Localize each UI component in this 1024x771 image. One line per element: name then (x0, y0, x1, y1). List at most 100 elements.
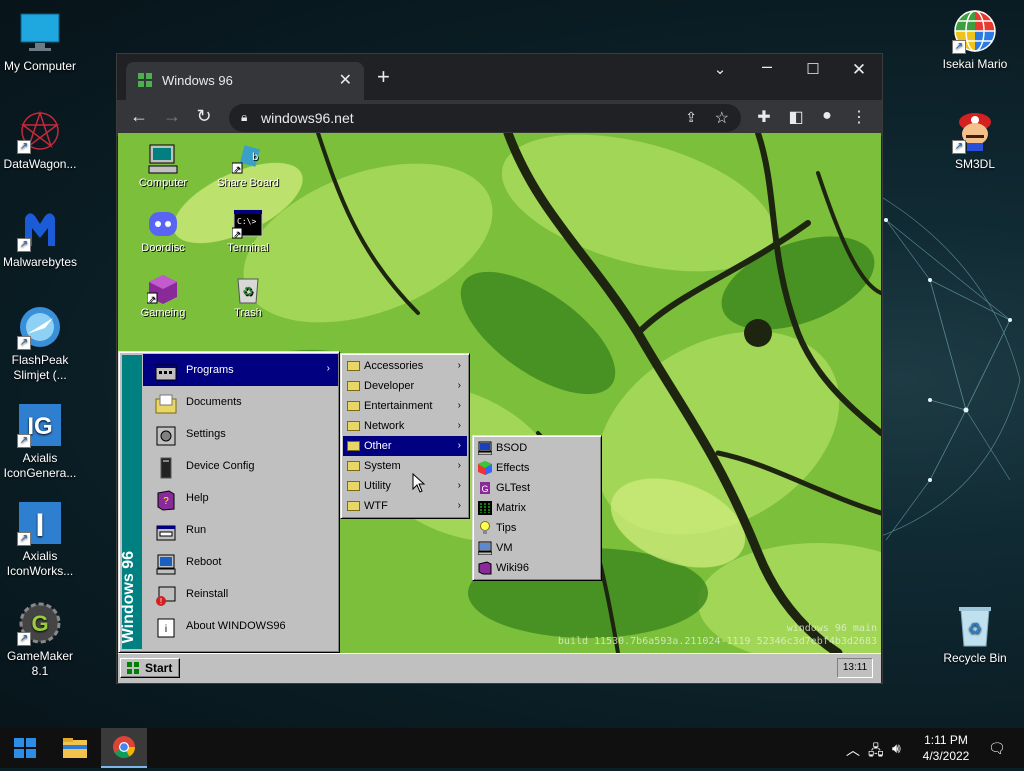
windows-start-button[interactable] (2, 728, 48, 768)
w96-icon-label: Computer (138, 177, 188, 189)
desktop-icon-recycle-bin[interactable]: ♻ Recycle Bin (935, 602, 1015, 666)
submenu-arrow-icon: › (457, 400, 461, 411)
other-item-tips[interactable]: Tips (475, 518, 599, 538)
start-item-documents[interactable]: Documents (143, 386, 338, 418)
submenu-arrow-icon: › (457, 360, 461, 371)
start-item-reboot[interactable]: Reboot (143, 546, 338, 578)
svg-text:↗: ↗ (233, 164, 241, 174)
svg-text:↗: ↗ (148, 294, 156, 304)
programs-item-entertainment[interactable]: Entertainment › (343, 396, 467, 416)
maximize-icon[interactable]: ☐ (793, 60, 833, 78)
close-tab-icon[interactable]: ✕ (339, 70, 352, 90)
programs-item-wtf[interactable]: WTF › (343, 496, 467, 516)
desktop-icon-label: GameMaker 8.1 (6, 649, 74, 678)
share-board-icon: b ↗ (231, 143, 264, 175)
share-icon[interactable]: ⇪ (685, 109, 697, 126)
new-tab-button[interactable]: + (377, 64, 390, 90)
tab-search-chevron-icon[interactable]: ⌄ (700, 60, 740, 78)
desktop-icon-isekai-mario[interactable]: ↗ Isekai Mario (935, 8, 1015, 72)
menu-kebab-icon[interactable]: ⋮ (847, 107, 871, 127)
desktop-icon-axialis-icongenerator[interactable]: IG ↗ Axialis IconGenera... (0, 402, 80, 481)
start-item-device-config[interactable]: Device Config (143, 450, 338, 482)
programs-icon (155, 361, 177, 383)
shortcut-arrow-icon: ↗ (17, 336, 31, 350)
desktop-icon-malwarebytes[interactable]: ↗ Malwarebytes (0, 206, 80, 270)
discord-icon (147, 208, 179, 240)
bookmark-star-icon[interactable]: ☆ (715, 108, 729, 128)
w96-icon-doordisc[interactable]: Doordisc (128, 208, 198, 254)
folder-icon (347, 481, 360, 491)
url-text[interactable]: windows96.net (261, 110, 354, 126)
taskbar-clock[interactable]: 1:11 PM 4/3/2022 (914, 732, 978, 764)
start-item-settings[interactable]: Settings (143, 418, 338, 450)
start-item-programs[interactable]: Programs › (143, 354, 338, 386)
file-explorer-taskbar-button[interactable] (52, 728, 98, 768)
matrix-icon (478, 501, 492, 515)
start-item-reinstall[interactable]: ! Reinstall (143, 578, 338, 610)
programs-item-other[interactable]: Other › (343, 436, 467, 456)
w96-icon-computer[interactable]: Computer (128, 143, 198, 189)
windows96-page[interactable]: Computer b ↗ Share Board Doordisc C:\> ↗ T… (118, 133, 881, 683)
globe-icon: ↗ (952, 8, 998, 54)
back-arrow-icon[interactable]: ← (127, 106, 151, 127)
forward-arrow-icon[interactable]: → (160, 106, 184, 127)
desktop-icon-datawagon[interactable]: ↗ DataWagon... (0, 108, 80, 172)
shortcut-arrow-icon: ↗ (17, 140, 31, 154)
w96-clock[interactable]: 13:11 (837, 658, 873, 678)
extensions-puzzle-icon[interactable]: ✚ (752, 107, 776, 127)
start-item-help[interactable]: ? Help (143, 482, 338, 514)
browser-window: Windows 96 ✕ + ⌄ – ☐ ✕ ← → ↻ 🔒︎ windows9… (117, 54, 882, 683)
other-item-bsod[interactable]: BSOD (475, 438, 599, 458)
w96-icon-label: Gameing (140, 307, 186, 319)
datawagon-icon: ↗ (17, 108, 63, 154)
documents-folder-icon (155, 393, 177, 415)
other-item-matrix[interactable]: Matrix (475, 498, 599, 518)
close-window-icon[interactable]: ✕ (839, 60, 879, 80)
svg-text:G: G (481, 484, 488, 494)
submenu-arrow-icon: › (457, 380, 461, 391)
start-menu-banner: Windows 96 (120, 355, 142, 649)
profile-avatar-icon[interactable]: ● (815, 107, 839, 125)
device-config-icon (155, 457, 177, 479)
other-item-effects[interactable]: Effects (475, 458, 599, 478)
notifications-icon[interactable]: 🗨︎ (988, 740, 1006, 757)
programs-item-network[interactable]: Network › (343, 416, 467, 436)
w96-start-menu: Windows 96 Programs › Documents Settings… (118, 351, 340, 653)
w96-icon-terminal[interactable]: C:\> ↗ Terminal (213, 208, 283, 254)
reload-icon[interactable]: ↻ (192, 106, 216, 127)
taskbar-date: 4/3/2022 (922, 749, 970, 763)
network-icon[interactable]: 🖧︎ (868, 740, 884, 764)
info-icon: i (155, 617, 177, 639)
windows96-favicon-icon (138, 73, 152, 87)
other-item-gltest[interactable]: G GLTest (475, 478, 599, 498)
folder-icon (347, 361, 360, 371)
w96-icon-trash[interactable]: ♻ Trash (213, 273, 283, 319)
desktop-icon-axialis-iconworks[interactable]: I ↗ Axialis IconWorks... (0, 500, 80, 579)
shortcut-arrow-icon: ↗ (17, 632, 31, 646)
folder-icon (347, 441, 360, 451)
desktop-icon-my-computer[interactable]: My Computer (0, 10, 80, 74)
w96-icon-share-board[interactable]: b ↗ Share Board (213, 143, 283, 189)
w96-icon-gameing[interactable]: ↗ Gameing (128, 273, 198, 319)
desktop-icon-slimjet[interactable]: ↗ FlashPeak Slimjet (... (0, 304, 80, 383)
address-bar[interactable]: 🔒︎ windows96.net ⇪ ☆ (229, 104, 741, 132)
w96-start-button[interactable]: Start (120, 658, 180, 678)
programs-item-accessories[interactable]: Accessories › (343, 356, 467, 376)
side-panel-icon[interactable]: ◧ (784, 107, 808, 127)
start-item-about[interactable]: i About WINDOWS96 (143, 610, 338, 642)
other-item-vm[interactable]: VM (475, 538, 599, 558)
desktop-icon-label: DataWagon... (3, 157, 77, 171)
desktop-icon-sm3dl[interactable]: ↗ SM3DL (935, 108, 1015, 172)
browser-tab-windows96[interactable]: Windows 96 ✕ (126, 62, 364, 100)
w96-icon-label: Doordisc (141, 242, 185, 254)
desktop-icon-gamemaker[interactable]: G ↗ GameMaker 8.1 (0, 600, 80, 679)
programs-item-system[interactable]: System › (343, 456, 467, 476)
start-item-run[interactable]: Run (143, 514, 338, 546)
programs-item-developer[interactable]: Developer › (343, 376, 467, 396)
other-item-wiki96[interactable]: Wiki96 (475, 558, 599, 578)
chrome-taskbar-button[interactable] (101, 728, 147, 768)
minimize-icon[interactable]: – (747, 56, 787, 77)
volume-icon[interactable]: 🔊︎ (892, 740, 901, 757)
show-hidden-icons-chevron-icon[interactable]: ︿ (846, 740, 860, 760)
programs-item-utility[interactable]: Utility › (343, 476, 467, 496)
